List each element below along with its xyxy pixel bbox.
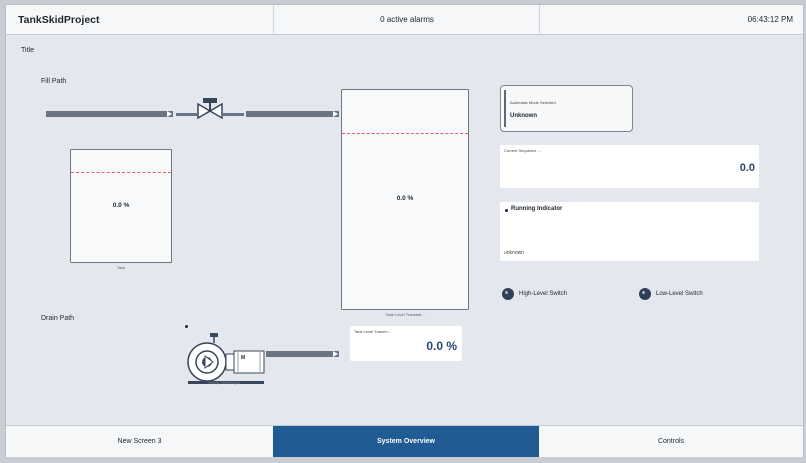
tank-small-level: 0.0 %: [112, 202, 130, 209]
app-title: TankSkidProject: [18, 13, 100, 26]
motor-label: M: [241, 355, 246, 361]
flow-arrow-icon: [333, 351, 338, 357]
bottom-navigation: New Screen 3 System Overview Controls: [6, 425, 803, 457]
pump-icon[interactable]: [182, 331, 266, 387]
tank-high-level-line: [71, 172, 171, 173]
drain-pipe: [266, 351, 339, 357]
automatic-mode-label: Automatic Mode Selected: [510, 100, 556, 105]
status-dot: [185, 325, 188, 328]
fill-pipe-outlet: [246, 111, 339, 117]
low-level-switch-label: Low-Level Switch: [656, 291, 703, 297]
tank-level-card-value: 0.0 %: [426, 339, 457, 353]
tank-high-level-line: [342, 133, 468, 134]
automatic-mode-card[interactable]: Automatic Mode Selected Unknown: [500, 85, 633, 132]
clock: 06:43:12 PM: [747, 15, 793, 24]
current-sequence-label: Current Sequence ...: [504, 148, 541, 153]
running-status-dot: [505, 209, 508, 212]
header-bar: TankSkidProject 0 active alarms 06:43:12…: [6, 5, 803, 35]
low-level-switch[interactable]: Low-Level Switch: [639, 288, 703, 300]
flow-arrow-icon: [167, 111, 172, 117]
header-divider: [539, 5, 540, 34]
automatic-mode-value: Unknown: [510, 113, 537, 119]
switch-indicator-icon: [639, 288, 651, 300]
screen-title: Title: [21, 47, 34, 54]
tank-main[interactable]: 0.0 %: [341, 89, 469, 310]
tab-system-overview[interactable]: System Overview: [273, 426, 539, 457]
high-level-switch-label: High-Level Switch: [519, 291, 568, 297]
running-indicator-value: unknown: [504, 250, 525, 256]
tank-level-card-label: Tank Level Transm...: [354, 329, 391, 334]
switch-indicator-icon: [502, 288, 514, 300]
valve-outlet-stub: [223, 113, 244, 116]
tab-new-screen-3[interactable]: New Screen 3: [6, 426, 273, 457]
fill-pipe-inlet: [46, 111, 173, 117]
fill-valve-icon[interactable]: [196, 97, 224, 125]
current-sequence-value: 0.0: [739, 162, 755, 174]
tank-small-caption: Tank: [116, 265, 126, 270]
valve-inlet-stub: [176, 113, 197, 116]
tank-main-level: 0.0 %: [396, 195, 414, 202]
current-sequence-card[interactable]: Current Sequence ... 0.0: [500, 145, 759, 188]
hmi-screen: TankSkidProject 0 active alarms 06:43:12…: [5, 4, 804, 457]
drain-path-label: Drain Path: [41, 315, 75, 322]
active-alarms-indicator[interactable]: 0 active alarms: [274, 5, 540, 34]
tab-controls[interactable]: Controls: [539, 426, 803, 457]
fill-path-label: Fill Path: [41, 78, 67, 85]
mode-accent-bar: [504, 90, 506, 127]
tank-main-caption: Tank Level Transmit...: [385, 312, 425, 317]
running-indicator-card[interactable]: Running Indicator unknown: [500, 202, 759, 261]
running-indicator-label: Running Indicator: [511, 206, 563, 212]
high-level-switch[interactable]: High-Level Switch: [502, 288, 567, 300]
tank-small[interactable]: 0.0 %: [70, 149, 172, 263]
pump-caption: Pump Centrifugal: [208, 380, 240, 385]
flow-arrow-icon: [333, 111, 338, 117]
tank-level-card[interactable]: Tank Level Transm... 0.0 %: [350, 326, 462, 361]
